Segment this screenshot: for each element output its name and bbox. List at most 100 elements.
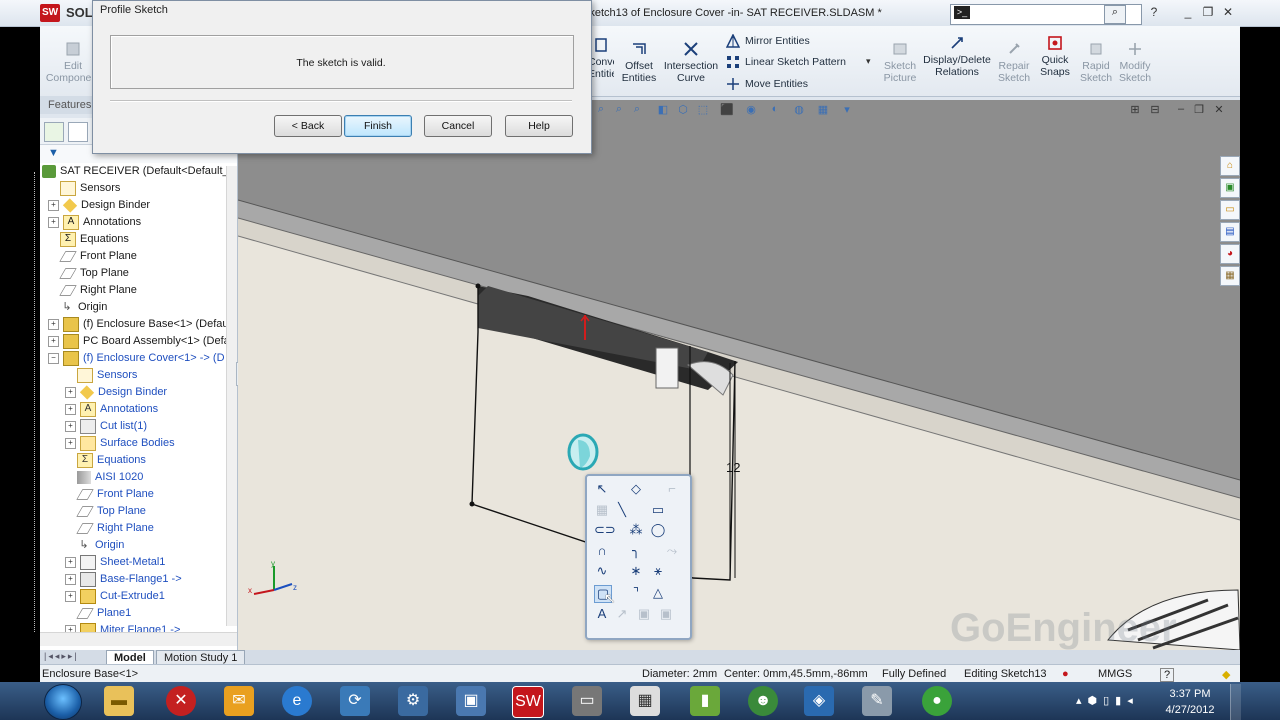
modify-sketch-button[interactable]: Modify Sketch xyxy=(1114,40,1156,84)
mirror-entities-shortcut-icon[interactable]: △ xyxy=(650,585,666,601)
tab-motion-study[interactable]: Motion Study 1 xyxy=(156,650,246,665)
mirror-entities-button[interactable]: Mirror Entities xyxy=(726,34,810,48)
green-app-icon[interactable]: ● xyxy=(922,686,952,716)
chamfer-icon[interactable]: ⤳ xyxy=(664,543,680,559)
tree-item[interactable]: + Cut-Extrude1 xyxy=(65,588,165,605)
tree-vertical-scrollbar[interactable] xyxy=(226,166,237,626)
file-explorer-icon[interactable]: ▭ xyxy=(1220,200,1240,220)
rapid-sketch-button[interactable]: Rapid Sketch xyxy=(1076,40,1116,84)
viewport-minimize-icon[interactable]: – xyxy=(1174,103,1188,117)
zoom-area-icon[interactable]: ⌕ xyxy=(612,103,626,117)
linear-pattern-dropdown-icon[interactable]: ▾ xyxy=(866,56,871,67)
display-delete-relations-button[interactable]: Display/Delete Relations xyxy=(922,34,992,78)
quick-snaps-button[interactable]: Quick Snaps xyxy=(1036,34,1074,78)
viewport-restore-icon[interactable]: ❐ xyxy=(1192,103,1206,117)
explorer-icon[interactable]: ▬ xyxy=(104,686,134,716)
start-button[interactable] xyxy=(44,684,82,720)
zoom-to-fit-icon[interactable]: ⌕ xyxy=(594,103,608,117)
arc-icon[interactable]: ∩ xyxy=(594,543,610,559)
restore-button[interactable]: ❐ xyxy=(1200,5,1216,20)
offset-entities-shortcut-icon[interactable]: ⌝ xyxy=(628,585,644,601)
expand-icon[interactable]: + xyxy=(65,403,76,415)
outlook-icon[interactable]: ✉ xyxy=(224,686,254,716)
linear-sketch-pattern-button[interactable]: Linear Sketch Pattern xyxy=(726,55,846,69)
system-tray-icons[interactable]: ▴⬢▯▮◂ xyxy=(1076,694,1139,707)
previous-view-icon[interactable]: ⌕ xyxy=(630,103,644,117)
line-icon[interactable]: ╲ xyxy=(614,502,630,518)
tool-icon[interactable]: ✎ xyxy=(862,686,892,716)
sync-icon[interactable]: ⟳ xyxy=(340,686,370,716)
messenger-icon[interactable]: ☻ xyxy=(748,686,778,716)
tree-item[interactable]: Right Plane xyxy=(76,520,154,537)
tree-item[interactable]: + A Annotations xyxy=(48,214,141,231)
solidworks-logo[interactable]: SW xyxy=(40,4,60,22)
finish-button[interactable]: Finish xyxy=(344,115,412,137)
back-button[interactable]: < Back xyxy=(274,115,342,137)
chart-app-icon[interactable]: ▮ xyxy=(690,686,720,716)
expand-icon[interactable]: + xyxy=(65,386,76,398)
rectangle-icon[interactable]: ▭ xyxy=(650,502,666,518)
intersection-curve-button[interactable]: Intersection Curve xyxy=(662,40,720,84)
expand-icon[interactable]: + xyxy=(48,318,59,330)
tree-item[interactable]: + Surface Bodies xyxy=(65,435,175,452)
solidworks-taskbar-icon[interactable]: SW xyxy=(512,686,544,718)
offset-entities-button[interactable]: Offset Entities xyxy=(620,40,658,84)
tree-item[interactable]: Σ Equations xyxy=(77,452,146,469)
circle-icon[interactable]: ◯ xyxy=(650,522,666,538)
tree-item[interactable]: + Design Binder xyxy=(48,197,150,214)
expand-icon[interactable]: + xyxy=(65,437,76,449)
sketch-picture-button[interactable]: Sketch Picture xyxy=(880,40,920,84)
tree-item[interactable]: + Sheet-Metal1 xyxy=(65,554,165,571)
tree-item[interactable]: ↳ Origin xyxy=(60,299,107,316)
status-help-icon[interactable]: ? xyxy=(1160,668,1175,682)
minimize-button[interactable]: _ xyxy=(1180,5,1196,20)
tree-item-enclosure-cover[interactable]: − (f) Enclosure Cover<1> -> (D xyxy=(48,350,225,367)
clock-date[interactable]: 4/27/2012 xyxy=(1160,704,1220,716)
expand-icon[interactable]: + xyxy=(65,573,76,585)
help-button[interactable]: Help xyxy=(505,115,573,137)
tree-item[interactable]: + PC Board Assembly<1> (Defa xyxy=(48,333,230,350)
stop-app-icon[interactable]: ✕ xyxy=(166,686,196,716)
heads-up-more-icon[interactable]: ▾ xyxy=(840,103,854,117)
edit-appearance-icon[interactable]: ◐ xyxy=(768,103,782,117)
expand-icon[interactable]: + xyxy=(48,216,59,228)
display-style-icon[interactable]: ⬛ xyxy=(720,103,734,117)
tree-item[interactable]: Sensors xyxy=(60,180,120,197)
tree-root[interactable]: SAT RECEIVER (Default<Default_ xyxy=(42,163,229,180)
tree-item[interactable]: Top Plane xyxy=(76,503,146,520)
trim-icon[interactable]: ⚹ xyxy=(650,563,666,579)
polygon-icon[interactable]: ⁂ xyxy=(628,522,644,538)
tab-model[interactable]: Model xyxy=(106,650,154,665)
close-button[interactable]: ✕ xyxy=(1220,5,1236,20)
move-entities-shortcut-icon[interactable]: ↗ xyxy=(614,606,630,622)
tab-scroll-arrows[interactable]: |◂◂▸▸| xyxy=(44,651,104,663)
dimension-label[interactable]: 12 xyxy=(726,460,740,475)
text-icon[interactable]: A xyxy=(594,606,610,622)
tree-item[interactable]: + A Annotations xyxy=(65,401,158,418)
circular-pattern-shortcut-icon[interactable]: ▣ xyxy=(658,606,674,622)
tree-item[interactable]: Front Plane xyxy=(59,248,137,265)
exit-sketch-icon[interactable]: ⌐ xyxy=(664,481,680,497)
view-orientation-icon[interactable]: ⬚ xyxy=(696,103,710,117)
hide-show-icon[interactable]: ◉ xyxy=(744,103,758,117)
expand-icon[interactable]: + xyxy=(65,556,76,568)
tree-item[interactable]: Front Plane xyxy=(76,486,154,503)
move-entities-button[interactable]: Move Entities xyxy=(726,77,808,91)
help-menu-icon[interactable]: ? xyxy=(1146,5,1162,20)
remote-desktop-icon[interactable]: ▣ xyxy=(456,686,486,716)
status-tag-icon[interactable]: ◆ xyxy=(1222,668,1230,681)
view-palette-icon[interactable]: ▤ xyxy=(1220,222,1240,242)
viewport-tile-icon[interactable]: ⊞ xyxy=(1128,103,1142,117)
expand-icon[interactable]: + xyxy=(48,199,59,211)
usb-device-icon[interactable]: ▭ xyxy=(572,686,602,716)
spline-icon[interactable]: ∿ xyxy=(594,563,610,579)
tree-item[interactable]: Plane1 xyxy=(76,605,131,622)
collapse-icon[interactable]: − xyxy=(48,352,59,364)
slot-icon[interactable]: ⊂⊃ xyxy=(594,522,616,538)
expand-icon[interactable]: + xyxy=(65,590,76,602)
show-desktop-button[interactable] xyxy=(1230,684,1241,720)
clock-time[interactable]: 3:37 PM xyxy=(1160,688,1220,700)
viewport-close-icon[interactable]: ✕ xyxy=(1212,103,1226,117)
tree-item[interactable]: Sensors xyxy=(77,367,137,384)
apply-scene-icon[interactable]: ◍ xyxy=(792,103,806,117)
